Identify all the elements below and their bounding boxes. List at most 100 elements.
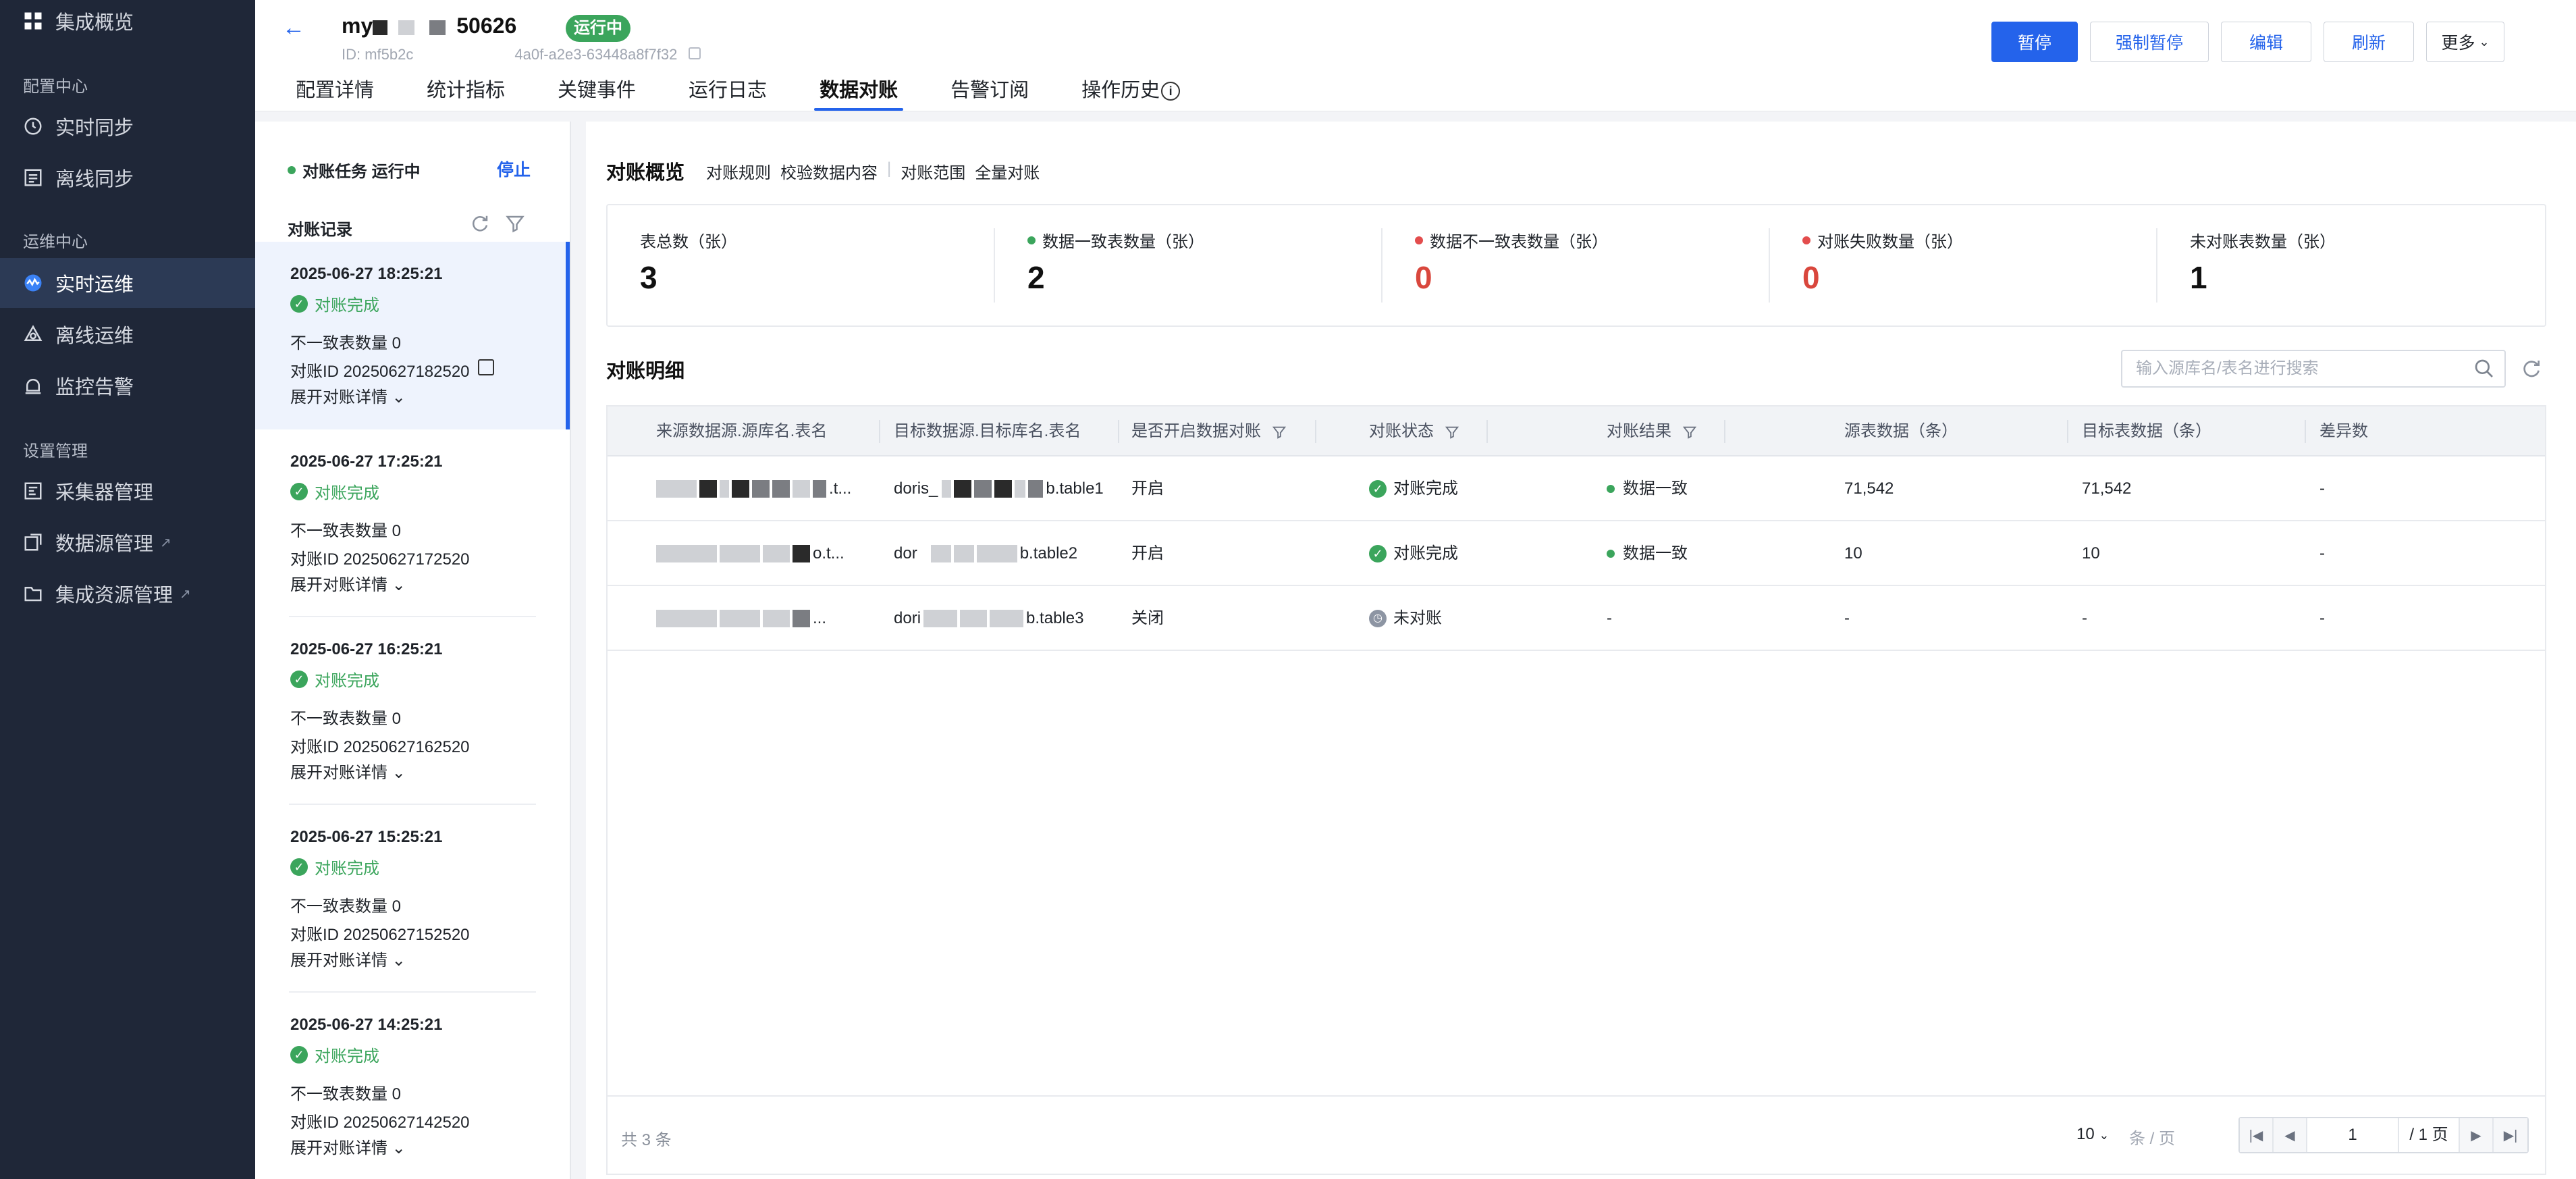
page-header: ← my 50626 运行中 ID: mf5b2c 4a0f-a2e3-63448a… [255,0,2576,111]
chevron-down-icon: ⌄ [392,1139,406,1157]
first-page-icon[interactable]: |◀ [2240,1118,2274,1152]
tab-config[interactable]: 配置详情 [296,76,374,111]
copy-icon[interactable] [689,47,701,59]
sidebar-item-offline-ops[interactable]: 离线运维 [0,309,255,359]
collector-icon [23,481,43,501]
check-circle-icon: ✓ [290,294,308,313]
sidebar-item-collector[interactable]: 采集器管理 [0,466,255,516]
expand-details-link[interactable]: 展开对账详情 ⌄ [290,384,406,407]
check-circle-icon: ✓ [1369,545,1387,562]
overview-title: 对账概览 [606,162,685,184]
check-circle-icon: ✓ [290,482,308,500]
record-time: 2025-06-27 16:25:21 [290,640,443,658]
refresh-icon[interactable] [470,213,490,234]
page-size-select[interactable]: 10 ⌄ [2076,1125,2109,1144]
red-dot-icon [1802,236,1810,244]
table-row[interactable]: ... dori b.table3 关闭 ◷ 未对账 - - - - [608,586,2545,651]
back-arrow-icon[interactable]: ← [282,15,309,42]
col-status: 对账状态 [1369,407,1459,456]
folder-icon [23,583,43,604]
filter-icon[interactable] [505,213,525,234]
pause-button[interactable]: 暂停 [1991,22,2078,62]
task-status-label: 对账任务 运行中 [302,163,421,181]
info-icon: i [1161,82,1181,101]
expand-details-link[interactable]: 展开对账详情 ⌄ [290,759,406,783]
refresh-icon[interactable] [2521,358,2542,379]
link-verify-content[interactable]: 校验数据内容 [780,159,878,183]
cell-target-count: 10 [2082,544,2100,562]
datasource-icon [23,532,43,552]
grid-icon [23,11,43,31]
expand-details-link[interactable]: 展开对账详情 ⌄ [290,571,406,595]
sidebar-item-realtime-ops[interactable]: 实时运维 [0,258,255,308]
sidebar-item-datasource[interactable]: 数据源管理 ↗ [0,517,255,567]
tab-reconciliation[interactable]: 数据对账 [814,76,904,111]
col-source-count: 源表数据（条） [1844,422,1958,440]
record-item[interactable]: 2025-06-27 14:25:21 ✓ 对账完成 不一致表数量 0 对账ID … [255,993,570,1179]
cell-enabled: 开启 [1131,479,1164,498]
sidebar-item-realtime-sync[interactable]: 实时同步 [0,101,255,151]
tab-history[interactable]: 操作历史 i [1081,76,1181,111]
stop-button[interactable]: 停止 [497,157,531,181]
cell-enabled: 关闭 [1131,609,1164,627]
cell-target-count: - [2082,609,2087,627]
tab-events[interactable]: 关键事件 [558,76,636,111]
copy-icon[interactable] [478,359,494,375]
prev-page-icon[interactable]: ◀ [2274,1118,2307,1152]
record-item[interactable]: 2025-06-27 16:25:21 ✓ 对账完成 不一致表数量 0 对账ID … [255,617,570,805]
tab-bar: 配置详情 统计指标 关键事件 运行日志 数据对账 告警订阅 操作历史 i [296,76,1233,111]
tab-alerts[interactable]: 告警订阅 [950,76,1029,111]
page-input[interactable] [2307,1118,2399,1152]
edit-button[interactable]: 编辑 [2221,22,2311,62]
record-item[interactable]: 2025-06-27 15:25:21 ✓ 对账完成 不一致表数量 0 对账ID … [255,805,570,993]
link-rules[interactable]: 对账规则 [706,159,771,183]
cell-source: .t... [656,456,851,521]
filter-icon[interactable] [1272,425,1287,440]
more-label: 更多 [2441,34,2475,53]
detail-table: 来源数据源.源库名.表名 目标数据源.目标库名.表名 是否开启数据对账 对账状态… [606,405,2546,1175]
record-inconsistent-count: 不一致表数量 0 [290,897,402,916]
col-diff: 差异数 [2319,422,2368,440]
link-scope[interactable]: 对账范围 [901,159,965,183]
cell-status: ✓ 对账完成 [1369,456,1458,521]
search-input[interactable] [2121,350,2506,388]
sidebar-item-overview[interactable]: 集成概览 [0,0,255,46]
expand-details-link[interactable]: 展开对账详情 ⌄ [290,947,406,970]
record-status: ✓ 对账完成 [290,292,379,315]
green-dot-icon [1027,236,1036,244]
check-circle-icon: ✓ [1369,480,1387,498]
cell-result: 数据一致 [1607,456,1688,521]
summary-failed: 对账失败数量（张） 0 [1770,205,2157,328]
cell-status: ✓ 对账完成 [1369,521,1458,586]
search-icon[interactable] [2473,358,2495,379]
expand-details-link[interactable]: 展开对账详情 ⌄ [290,1134,406,1158]
tab-metrics[interactable]: 统计指标 [427,76,505,111]
table-row[interactable]: .t... doris_ b.table1 开启 ✓ 对账完成 数据一致 71,54… [608,456,2545,521]
force-pause-button[interactable]: 强制暂停 [2090,22,2209,62]
cell-result: - [1607,609,1612,627]
external-link-icon: ↗ [180,586,191,602]
page-size-unit: 条 / 页 [2129,1130,2176,1148]
record-item[interactable]: 2025-06-27 17:25:21 ✓ 对账完成 不一致表数量 0 对账ID … [255,429,570,617]
refresh-button[interactable]: 刷新 [2324,22,2414,62]
red-dot-icon [1415,236,1423,244]
more-button[interactable]: 更多 ⌄ [2426,22,2504,62]
record-status: ✓ 对账完成 [290,855,379,879]
record-item[interactable]: 2025-06-27 18:25:21 ✓ 对账完成 不一致表数量 0 对账ID … [255,242,570,429]
cell-enabled: 开启 [1131,544,1164,562]
filter-icon[interactable] [1682,425,1697,440]
filter-icon[interactable] [1445,425,1459,440]
record-inconsistent-count: 不一致表数量 0 [290,522,402,540]
record-id: 对账ID 20250627142520 [290,1114,470,1132]
sidebar-item-monitor[interactable]: 监控告警 [0,361,255,411]
tab-logs[interactable]: 运行日志 [689,76,767,111]
link-full[interactable]: 全量对账 [975,159,1040,183]
sidebar-item-resource[interactable]: 集成资源管理 ↗ [0,569,255,619]
sidebar-item-label: 监控告警 [55,377,134,398]
total-count: 共 3 条 [621,1131,672,1149]
next-page-icon[interactable]: ▶ [2460,1118,2494,1152]
table-row[interactable]: o.t... dor b.table2 开启 ✓ 对账完成 数据一致 10 10 - [608,521,2545,586]
record-inconsistent-count: 不一致表数量 0 [290,1085,402,1103]
sidebar-item-offline-sync[interactable]: 离线同步 [0,153,255,203]
last-page-icon[interactable]: ▶| [2494,1118,2527,1152]
